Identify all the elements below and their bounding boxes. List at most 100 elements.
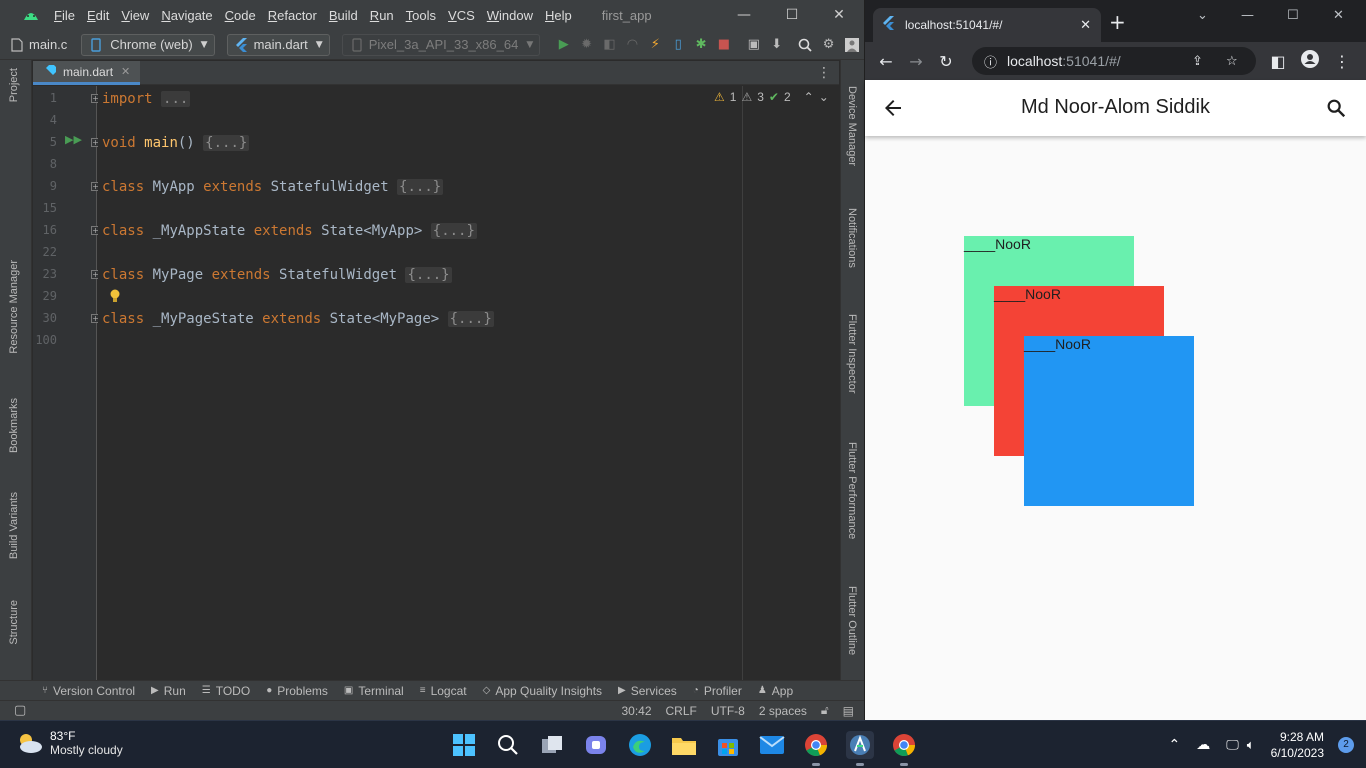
inspection-widget[interactable]: ⚠ 1 ⚠ 3 ✔ 2 ⌃ ⌄ xyxy=(714,90,834,104)
tool-tab-project[interactable]: Project xyxy=(8,68,20,102)
folded-region[interactable]: {...} xyxy=(405,267,452,283)
folded-region[interactable]: ... xyxy=(161,91,191,107)
bottom-tab-run[interactable]: ▶ Run xyxy=(151,684,186,698)
network-icon[interactable]: 🖵︎ xyxy=(1226,738,1239,753)
bottom-tab-app-quality-insights[interactable]: ◇ App Quality Insights xyxy=(483,684,602,698)
tool-tab-bookmarks[interactable]: Bookmarks xyxy=(8,398,20,453)
device-mirror-icon[interactable]: ▣ xyxy=(747,37,760,53)
menu-build[interactable]: Build xyxy=(329,8,358,23)
device-selector[interactable]: Chrome (web) ▼ xyxy=(81,33,215,56)
onedrive-cloud-icon[interactable]: ☁ xyxy=(1196,737,1210,753)
back-icon[interactable]: ← xyxy=(871,52,901,71)
indent-setting[interactable]: 2 spaces xyxy=(759,704,807,718)
run-config-selector[interactable]: main.dart ▼ xyxy=(226,33,330,56)
chrome-taskbar-icon[interactable] xyxy=(802,731,830,766)
chevron-up-icon[interactable]: ⌃ xyxy=(1169,737,1181,753)
menu-edit[interactable]: Edit xyxy=(87,8,109,23)
profile-icon[interactable]: ◠ xyxy=(626,37,639,53)
code-line[interactable]: import ... xyxy=(102,88,191,110)
breadcrumb[interactable]: main.c xyxy=(29,37,67,52)
attach-debugger-icon[interactable]: ✱ xyxy=(695,37,708,53)
share-icon[interactable]: ⇪ xyxy=(1192,54,1203,69)
folded-region[interactable]: {...} xyxy=(203,135,250,151)
close-icon[interactable]: ✕ xyxy=(1333,8,1344,23)
apply-changes-icon[interactable]: ▯ xyxy=(672,37,685,53)
sdk-manager-icon[interactable]: ⬇ xyxy=(770,37,783,53)
chevron-down-icon[interactable]: ⌄ xyxy=(819,90,829,104)
run-gutter-icon[interactable]: ▶▶ xyxy=(65,133,82,146)
code-line[interactable]: class _MyAppState extends State<MyApp> {… xyxy=(102,220,477,242)
new-tab-icon[interactable]: + xyxy=(1109,12,1126,32)
menu-view[interactable]: View xyxy=(121,8,149,23)
code-line[interactable]: class _MyPageState extends State<MyPage>… xyxy=(102,308,494,330)
code-line[interactable]: class MyApp extends StatefulWidget {...} xyxy=(102,176,444,198)
clock[interactable]: 9:28 AM 6/10/2023 xyxy=(1271,729,1324,761)
windows-start-icon[interactable] xyxy=(450,731,478,759)
emulator-selector[interactable]: Pixel_3a_API_33_x86_64 ▼ xyxy=(341,33,541,56)
close-tab-icon[interactable]: ✕ xyxy=(121,65,130,78)
mail-icon[interactable] xyxy=(758,731,786,759)
notification-badge[interactable]: 2 xyxy=(1338,737,1354,753)
menu-code[interactable]: Code xyxy=(225,8,256,23)
tool-tab-build-variants[interactable]: Build Variants xyxy=(8,492,20,559)
address-bar[interactable]: ⓘ localhost:51041/#/ ⇪ ☆ xyxy=(972,47,1256,75)
menu-run[interactable]: Run xyxy=(370,8,394,23)
chrome-menu-icon[interactable]: ⋮ xyxy=(1327,52,1357,71)
file-explorer-icon[interactable] xyxy=(670,731,698,759)
forward-icon[interactable]: → xyxy=(901,52,931,71)
maximize-icon[interactable]: ☐ xyxy=(1287,8,1299,23)
tool-tab-flutter-inspector[interactable]: Flutter Inspector xyxy=(846,314,858,393)
caret-position[interactable]: 30:42 xyxy=(621,704,651,718)
maximize-icon[interactable]: ☐ xyxy=(782,5,802,25)
search-icon[interactable] xyxy=(494,731,522,759)
file-encoding[interactable]: UTF-8 xyxy=(711,704,745,718)
close-tab-icon[interactable]: ✕ xyxy=(1080,18,1091,33)
lightbulb-icon[interactable] xyxy=(109,289,121,303)
event-log-icon[interactable]: ▤ xyxy=(843,704,854,718)
reload-icon[interactable]: ↻ xyxy=(931,52,961,71)
bottom-tab-terminal[interactable]: ▣ Terminal xyxy=(344,684,404,698)
folded-region[interactable]: {...} xyxy=(447,311,494,327)
tool-tab-flutter-outline[interactable]: Flutter Outline xyxy=(846,586,858,655)
bottom-tab-logcat[interactable]: ≡ Logcat xyxy=(420,684,467,698)
profile-icon[interactable] xyxy=(1295,50,1325,72)
line-separator[interactable]: CRLF xyxy=(666,704,697,718)
browser-tab[interactable]: localhost:51041/#/ ✕ xyxy=(873,8,1101,42)
bottom-tab-services[interactable]: ▶ Services xyxy=(618,684,677,698)
bookmark-star-icon[interactable]: ☆ xyxy=(1226,54,1238,69)
bottom-tab-todo[interactable]: ☰ TODO xyxy=(202,684,250,698)
lock-icon[interactable]: 🔓︎ xyxy=(821,703,829,718)
minimize-icon[interactable]: — xyxy=(734,5,754,25)
hot-reload-icon[interactable]: ⚡ xyxy=(649,37,662,53)
bottom-tab-problems[interactable]: ● Problems xyxy=(266,684,328,698)
chrome-taskbar-icon-2[interactable] xyxy=(890,731,918,766)
bottom-tab-profiler[interactable]: ◔ Profiler xyxy=(693,684,742,698)
bottom-tab-app[interactable]: ♟ App xyxy=(758,684,793,698)
edge-browser-icon[interactable] xyxy=(626,731,654,759)
editor-tab-main-dart[interactable]: main.dart ✕ xyxy=(33,61,141,85)
minimize-icon[interactable]: — xyxy=(1241,8,1254,23)
bottom-tab-version-control[interactable]: ⑂ Version Control xyxy=(42,684,135,698)
microsoft-store-icon[interactable] xyxy=(714,731,742,759)
close-icon[interactable]: ✕ xyxy=(829,5,849,25)
menu-window[interactable]: Window xyxy=(487,8,533,23)
avatar-icon[interactable] xyxy=(845,37,860,53)
teams-chat-icon[interactable] xyxy=(582,731,610,759)
run-icon[interactable]: ▶ xyxy=(557,37,570,53)
stop-icon[interactable]: ■ xyxy=(717,37,730,53)
menu-help[interactable]: Help xyxy=(545,8,572,23)
search-icon[interactable] xyxy=(1325,97,1347,119)
tool-tab-flutter-performance[interactable]: Flutter Performance xyxy=(846,442,858,539)
code-line[interactable]: class MyPage extends StatefulWidget {...… xyxy=(102,264,452,286)
chevron-up-icon[interactable]: ⌃ xyxy=(804,90,814,104)
toggle-tool-windows-icon[interactable]: ▢ xyxy=(14,703,26,718)
search-icon[interactable] xyxy=(798,37,812,53)
android-studio-taskbar-icon[interactable] xyxy=(846,731,874,766)
menu-file[interactable]: File xyxy=(54,8,75,23)
menu-tools[interactable]: Tools xyxy=(406,8,436,23)
gear-icon[interactable]: ⚙ xyxy=(822,37,835,53)
menu-refactor[interactable]: Refactor xyxy=(268,8,317,23)
tool-tab-resource-manager[interactable]: Resource Manager xyxy=(8,260,20,354)
folded-region[interactable]: {...} xyxy=(397,179,444,195)
tool-tab-device-manager[interactable]: Device Manager xyxy=(846,86,858,166)
